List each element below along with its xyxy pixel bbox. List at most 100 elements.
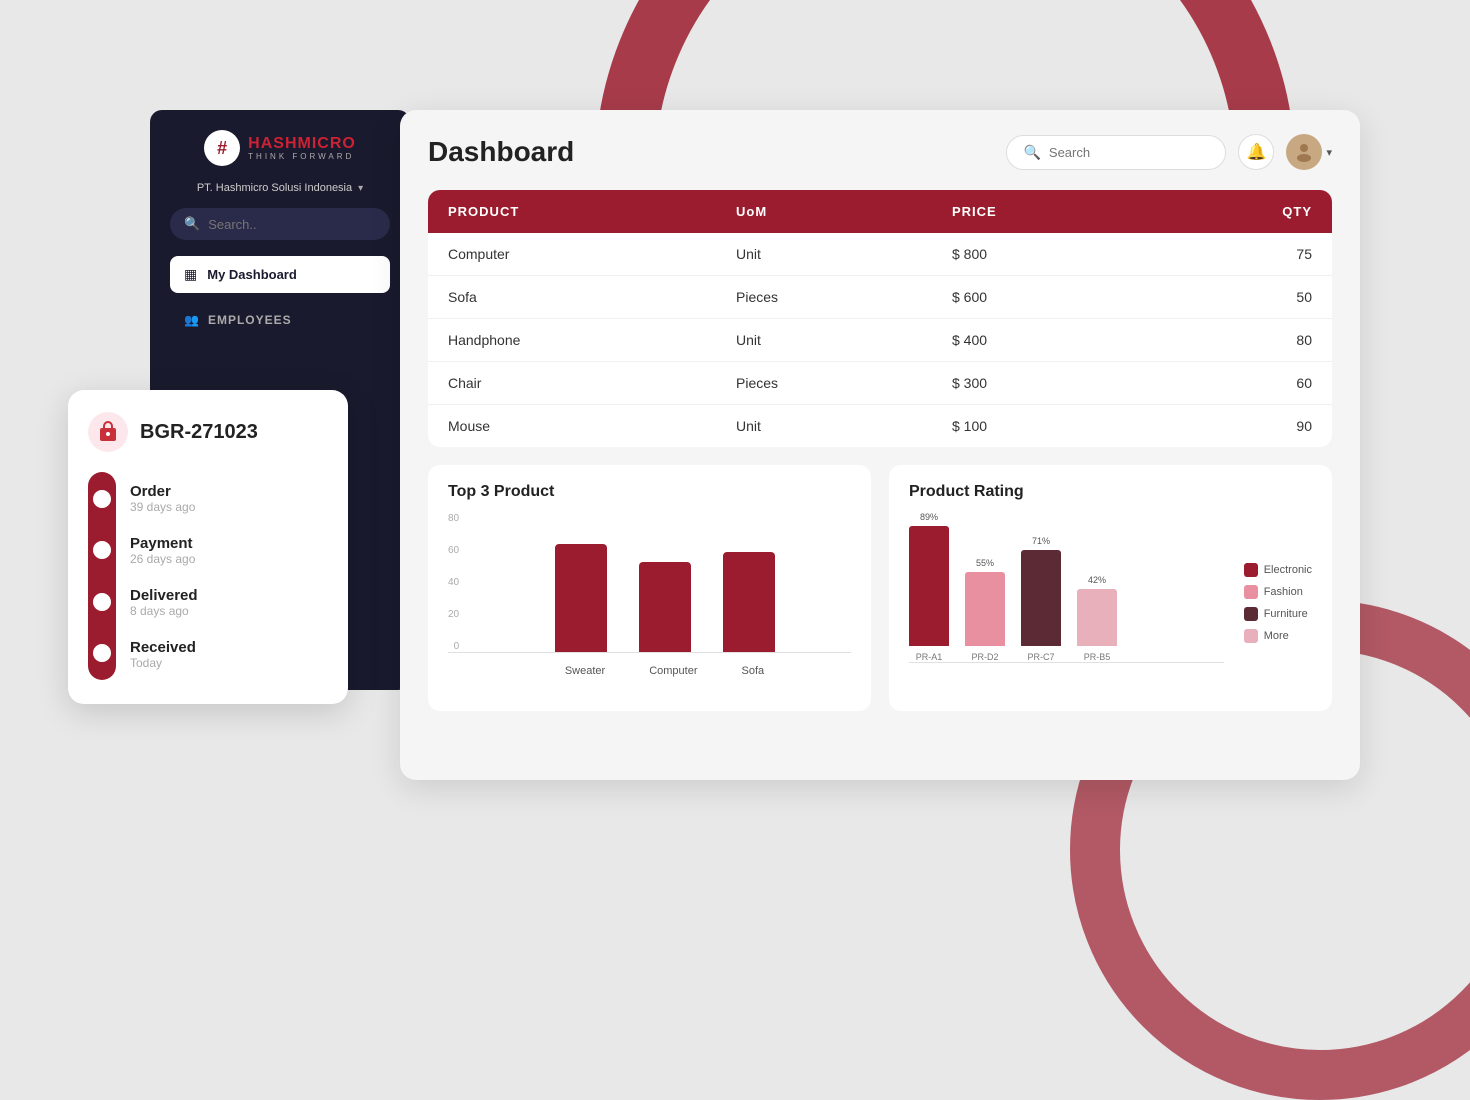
bar-label-sofa: Sofa — [742, 665, 765, 677]
sidebar-logo: # HASHMICRO THINK FORWARD — [188, 130, 372, 166]
main-search-icon: 🔍 — [1023, 144, 1040, 161]
cell-product: Computer — [448, 246, 736, 262]
page-title: Dashboard — [428, 136, 574, 168]
top3-chart-area: 80 60 40 20 0 — [448, 513, 851, 653]
step-payment-time: 26 days ago — [130, 552, 328, 566]
legend-more: More — [1244, 629, 1312, 643]
bar-sofa — [723, 552, 775, 652]
rating-bar-prb5: 42% PR-B5 — [1077, 575, 1117, 662]
sidebar-item-label: My Dashboard — [207, 267, 297, 282]
company-name: PT. Hashmicro Solusi Indonesia — [197, 182, 352, 194]
y-axis: 80 60 40 20 0 — [448, 513, 465, 652]
logo-icon: # — [204, 130, 240, 166]
bar-sweater — [555, 544, 607, 652]
panel-header: Dashboard 🔍 🔔 ▾ — [428, 134, 1332, 170]
avatar[interactable] — [1286, 134, 1322, 170]
main-search-input[interactable] — [1049, 145, 1210, 160]
cell-price: $ 800 — [952, 246, 1168, 262]
order-card: BGR-271023 Order 39 days ago Payment 26 … — [68, 390, 348, 704]
cell-price: $ 400 — [952, 332, 1168, 348]
cell-qty: 50 — [1168, 289, 1312, 305]
cell-product: Mouse — [448, 418, 736, 434]
sidebar-search-box[interactable]: 🔍 — [170, 208, 390, 240]
cell-uom: Unit — [736, 418, 952, 434]
order-icon — [88, 412, 128, 452]
col-uom: UoM — [736, 204, 952, 219]
step-received: Received Today — [130, 628, 328, 680]
cell-product: Sofa — [448, 289, 736, 305]
top3-chart-title: Top 3 Product — [448, 483, 851, 501]
cell-product: Handphone — [448, 332, 736, 348]
bar-label-computer: Computer — [649, 665, 697, 677]
sidebar-item-dashboard[interactable]: ▦ My Dashboard — [170, 256, 390, 293]
cell-qty: 75 — [1168, 246, 1312, 262]
brand-tagline: THINK FORWARD — [248, 152, 356, 161]
sidebar-search-input[interactable] — [208, 217, 376, 232]
sidebar-item-employees[interactable]: 👥 EMPLOYEES — [170, 305, 390, 335]
dashboard-icon: ▦ — [184, 266, 197, 283]
cell-price: $ 100 — [952, 418, 1168, 434]
timeline-track — [88, 472, 116, 680]
logo-text: HASHMICRO THINK FORWARD — [248, 135, 356, 162]
col-product: PRODUCT — [448, 204, 736, 219]
step-order: Order 39 days ago — [130, 472, 328, 524]
col-price: PRICE — [952, 204, 1168, 219]
charts-row: Top 3 Product 80 60 40 20 0 — [428, 465, 1332, 711]
cell-uom: Unit — [736, 332, 952, 348]
rating-bar-prc7: 71% PR-C7 — [1021, 536, 1061, 662]
legend-fashion: Fashion — [1244, 585, 1312, 599]
step-received-time: Today — [130, 656, 328, 670]
bar-label-sweater: Sweater — [565, 665, 605, 677]
top3-chart-wrap: 80 60 40 20 0 — [448, 513, 851, 693]
rating-bar-prd2: 55% PR-D2 — [965, 558, 1005, 662]
rating-chart-card: Product Rating 89% PR-A1 55% PR-D2 — [889, 465, 1332, 711]
step-dot-2 — [93, 541, 111, 559]
timeline-steps: Order 39 days ago Payment 26 days ago De… — [130, 472, 328, 680]
header-right: 🔍 🔔 ▾ — [1006, 134, 1332, 170]
order-card-header: BGR-271023 — [88, 412, 328, 452]
product-table: PRODUCT UoM PRICE QTY Computer Unit $ 80… — [428, 190, 1332, 447]
cell-price: $ 300 — [952, 375, 1168, 391]
order-id: BGR-271023 — [140, 421, 258, 444]
company-chevron-icon: ▾ — [358, 183, 363, 194]
cell-uom: Pieces — [736, 375, 952, 391]
legend-furniture: Furniture — [1244, 607, 1312, 621]
table-header: PRODUCT UoM PRICE QTY — [428, 190, 1332, 233]
company-selector[interactable]: PT. Hashmicro Solusi Indonesia ▾ — [197, 182, 363, 194]
table-body: Computer Unit $ 800 75 Sofa Pieces $ 600… — [428, 233, 1332, 447]
step-payment: Payment 26 days ago — [130, 524, 328, 576]
step-payment-label: Payment — [130, 535, 328, 552]
cell-uom: Unit — [736, 246, 952, 262]
table-row: Chair Pieces $ 300 60 — [428, 362, 1332, 405]
cell-product: Chair — [448, 375, 736, 391]
main-panel: Dashboard 🔍 🔔 ▾ PRODUCT UoM PRICE QTY Co — [400, 110, 1360, 780]
step-order-label: Order — [130, 483, 328, 500]
cell-price: $ 600 — [952, 289, 1168, 305]
step-dot-3 — [93, 593, 111, 611]
bar-computer — [639, 562, 691, 652]
step-order-time: 39 days ago — [130, 500, 328, 514]
top3-chart-card: Top 3 Product 80 60 40 20 0 — [428, 465, 871, 711]
rating-chart-title: Product Rating — [909, 483, 1312, 501]
step-dot-4 — [93, 644, 111, 662]
step-delivered: Delivered 8 days ago — [130, 576, 328, 628]
table-row: Computer Unit $ 800 75 — [428, 233, 1332, 276]
rating-bars-area: 89% PR-A1 55% PR-D2 71% PR-C7 — [909, 513, 1224, 663]
notification-button[interactable]: 🔔 — [1238, 134, 1274, 170]
employees-icon: 👥 — [184, 313, 200, 327]
cell-uom: Pieces — [736, 289, 952, 305]
sidebar-search-icon: 🔍 — [184, 216, 200, 232]
table-row: Sofa Pieces $ 600 50 — [428, 276, 1332, 319]
col-qty: QTY — [1168, 204, 1312, 219]
cell-qty: 90 — [1168, 418, 1312, 434]
order-timeline: Order 39 days ago Payment 26 days ago De… — [88, 472, 328, 680]
avatar-chevron-icon[interactable]: ▾ — [1326, 146, 1332, 159]
main-search-box[interactable]: 🔍 — [1006, 135, 1226, 170]
cell-qty: 80 — [1168, 332, 1312, 348]
timeline-pill — [88, 472, 116, 680]
cell-qty: 60 — [1168, 375, 1312, 391]
legend-electronic: Electronic — [1244, 563, 1312, 577]
employees-label: EMPLOYEES — [208, 313, 292, 327]
step-dot-1 — [93, 490, 111, 508]
table-row: Mouse Unit $ 100 90 — [428, 405, 1332, 447]
